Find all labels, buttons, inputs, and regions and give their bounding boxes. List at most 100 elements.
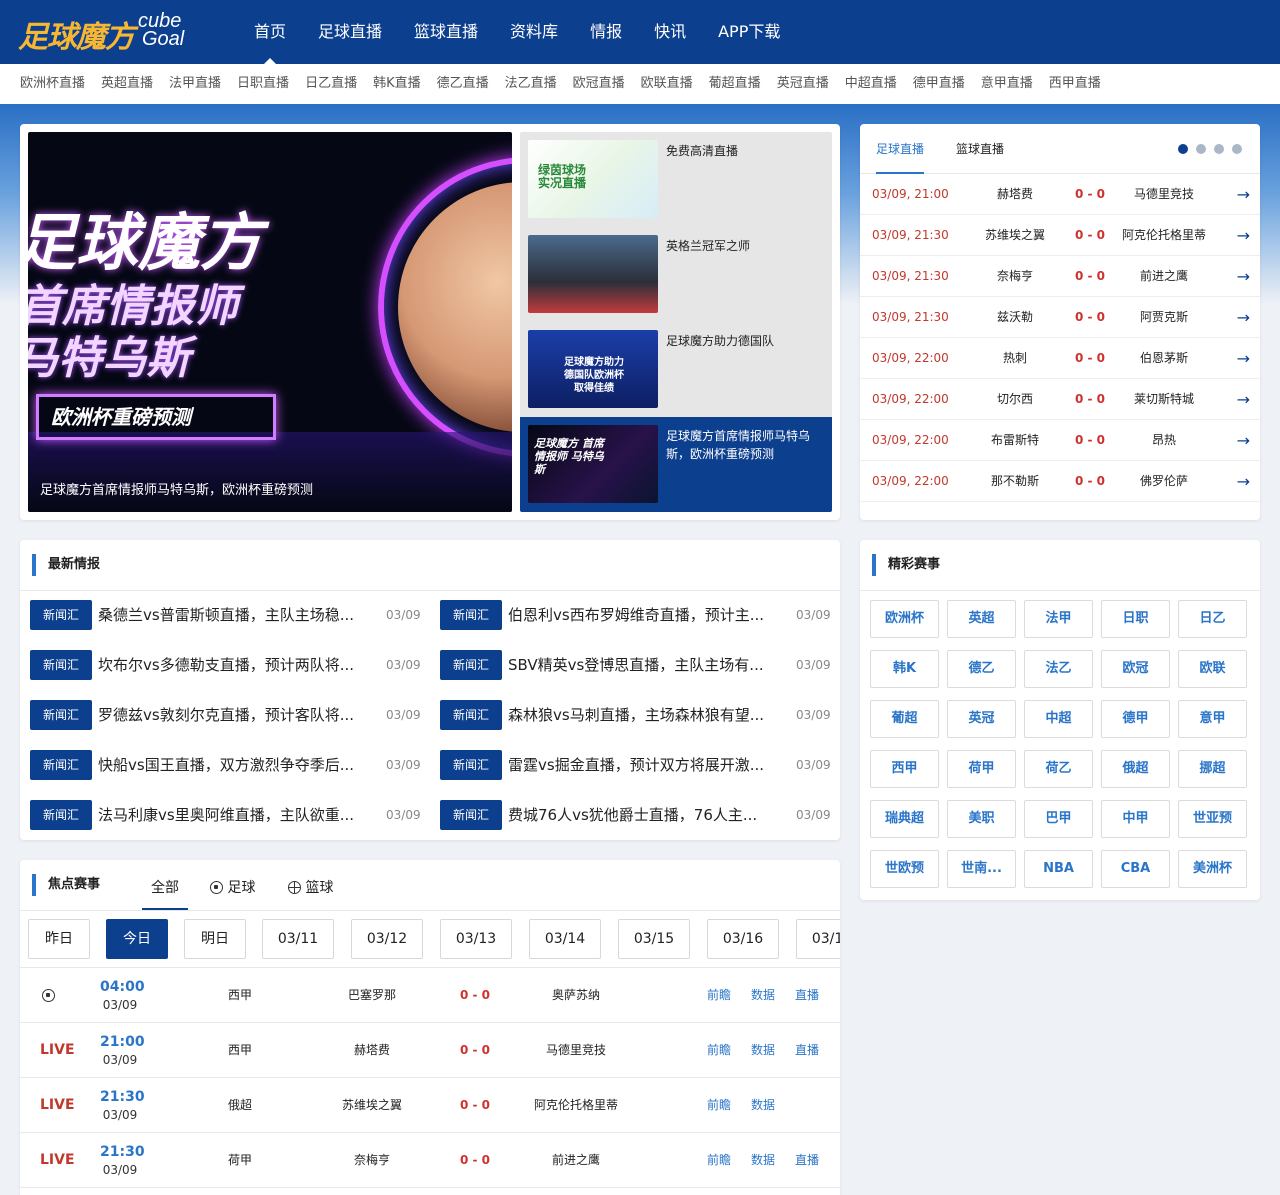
competition-button[interactable]: 美职 <box>947 800 1016 838</box>
live-link[interactable]: 直播 <box>795 968 819 1023</box>
arrow-right-icon[interactable]: → <box>1237 256 1250 297</box>
subnav-item[interactable]: 欧洲杯直播 <box>12 64 93 104</box>
date-button[interactable]: 03/11 <box>262 919 334 959</box>
competition-button[interactable]: 法乙 <box>1024 650 1093 688</box>
live-row[interactable]: 03/09, 21:30 兹沃勒 0 - 0 阿贾克斯 → <box>860 297 1260 338</box>
date-button[interactable]: 今日 <box>106 919 168 959</box>
date-button[interactable]: 03/15 <box>618 919 690 959</box>
live-row[interactable]: 03/09, 22:00 那不勒斯 0 - 0 佛罗伦萨 → <box>860 461 1260 502</box>
competition-button[interactable]: 法甲 <box>1024 600 1093 638</box>
preview-link[interactable]: 前瞻 <box>707 1023 731 1078</box>
news-title[interactable]: 坎布尔vs多德勒支直播，预计两队将... <box>98 650 378 680</box>
live-link[interactable]: 直播 <box>795 1023 819 1078</box>
competition-button[interactable]: 英冠 <box>947 700 1016 738</box>
subnav-item[interactable]: 德乙直播 <box>429 64 497 104</box>
date-button[interactable]: 昨日 <box>28 919 90 959</box>
subnav-item[interactable]: 日乙直播 <box>297 64 365 104</box>
competition-button[interactable]: 英超 <box>947 600 1016 638</box>
competition-button[interactable]: 俄超 <box>1101 750 1170 788</box>
competition-button[interactable]: 欧冠 <box>1101 650 1170 688</box>
competition-button[interactable]: 欧洲杯 <box>870 600 939 638</box>
date-button[interactable]: 03/14 <box>529 919 601 959</box>
date-button[interactable]: 03/16 <box>707 919 779 959</box>
competition-button[interactable]: 意甲 <box>1178 700 1247 738</box>
competition-button[interactable]: 中超 <box>1024 700 1093 738</box>
competition-button[interactable]: 世南... <box>947 850 1016 888</box>
match-row[interactable]: LIVE 21:00 03/09 西甲 赫塔费 0 - 0 马德里竞技 前瞻 数据 直播 <box>20 1023 840 1078</box>
news-item[interactable]: 新闻汇 费城76人vs犹他爵士直播，76人主... 03/09 <box>440 800 840 830</box>
news-item[interactable]: 新闻汇 伯恩利vs西布罗姆维奇直播，预计主... 03/09 <box>440 600 840 630</box>
news-item[interactable]: 新闻汇 罗德兹vs敦刻尔克直播，预计客队将... 03/09 <box>30 700 430 730</box>
arrow-right-icon[interactable]: → <box>1237 420 1250 461</box>
carousel-dot[interactable] <box>1196 144 1206 154</box>
carousel-dot[interactable] <box>1178 144 1188 154</box>
competition-button[interactable]: 德甲 <box>1101 700 1170 738</box>
subnav-item[interactable]: 韩K直播 <box>365 64 429 104</box>
competition-button[interactable]: 西甲 <box>870 750 939 788</box>
date-button[interactable]: 03/13 <box>440 919 512 959</box>
news-title[interactable]: 雷霆vs掘金直播，预计双方将展开激... <box>508 750 788 780</box>
hero-side-item[interactable]: 绿茵球场 实况直播 免费高清直播 <box>520 132 832 227</box>
news-item[interactable]: 新闻汇 法马利康vs里奥阿维直播，主队欲重... 03/09 <box>30 800 430 830</box>
carousel-dot[interactable] <box>1214 144 1224 154</box>
news-title[interactable]: SBV精英vs登博思直播，主队主场有... <box>508 650 788 680</box>
news-item[interactable]: 新闻汇 SBV精英vs登博思直播，主队主场有... 03/09 <box>440 650 840 680</box>
competition-button[interactable]: 荷乙 <box>1024 750 1093 788</box>
subnav-item[interactable]: 法甲直播 <box>161 64 229 104</box>
live-row[interactable]: 03/09, 21:30 奈梅亨 0 - 0 前进之鹰 → <box>860 256 1260 297</box>
competition-button[interactable]: 荷甲 <box>947 750 1016 788</box>
competition-button[interactable]: 欧联 <box>1178 650 1247 688</box>
arrow-right-icon[interactable]: → <box>1237 215 1250 256</box>
date-button[interactable]: 03/12 <box>351 919 423 959</box>
match-row[interactable]: 04:00 03/09 西甲 巴塞罗那 0 - 0 奥萨苏纳 前瞻 数据 直播 <box>20 968 840 1023</box>
stats-link[interactable]: 数据 <box>751 1133 775 1188</box>
live-link[interactable]: 直播 <box>795 1133 819 1188</box>
competition-button[interactable]: NBA <box>1024 850 1093 888</box>
competition-button[interactable]: CBA <box>1101 850 1170 888</box>
news-title[interactable]: 快船vs国王直播，双方激烈争夺季后... <box>98 750 378 780</box>
tab-football-live[interactable]: 足球直播 <box>876 124 925 174</box>
preview-link[interactable]: 前瞻 <box>707 1078 731 1133</box>
live-row[interactable]: 03/09, 21:30 苏维埃之翼 0 - 0 阿克伦托格里蒂 → <box>860 215 1260 256</box>
subnav-item[interactable]: 欧联直播 <box>633 64 701 104</box>
arrow-right-icon[interactable]: → <box>1237 379 1250 420</box>
match-row[interactable]: LIVE 21:30 03/09 荷甲 奈梅亨 0 - 0 前进之鹰 前瞻 数据 直播 <box>20 1133 840 1188</box>
competition-button[interactable]: 中甲 <box>1101 800 1170 838</box>
competition-button[interactable]: 韩K <box>870 650 939 688</box>
subnav-item[interactable]: 英超直播 <box>93 64 161 104</box>
competition-button[interactable]: 瑞典超 <box>870 800 939 838</box>
preview-link[interactable]: 前瞻 <box>707 968 731 1023</box>
stats-link[interactable]: 数据 <box>751 1023 775 1078</box>
news-item[interactable]: 新闻汇 森林狼vs马刺直播，主场森林狼有望... 03/09 <box>440 700 840 730</box>
preview-link[interactable]: 前瞻 <box>707 1133 731 1188</box>
nav-item[interactable]: 资料库 <box>494 0 574 64</box>
competition-button[interactable]: 世欧预 <box>870 850 939 888</box>
live-row[interactable]: 03/09, 22:00 热刺 0 - 0 伯恩茅斯 → <box>860 338 1260 379</box>
tab-basketball[interactable]: 篮球 <box>288 874 333 910</box>
date-button[interactable]: 明日 <box>184 919 246 959</box>
arrow-right-icon[interactable]: → <box>1237 297 1250 338</box>
subnav-item[interactable]: 德甲直播 <box>905 64 973 104</box>
competition-button[interactable]: 葡超 <box>870 700 939 738</box>
live-row[interactable]: 03/09, 22:00 布雷斯特 0 - 0 昂热 → <box>860 420 1260 461</box>
competition-button[interactable]: 日乙 <box>1178 600 1247 638</box>
subnav-item[interactable]: 中超直播 <box>837 64 905 104</box>
subnav-item[interactable]: 西甲直播 <box>1041 64 1109 104</box>
news-item[interactable]: 新闻汇 快船vs国王直播，双方激烈争夺季后... 03/09 <box>30 750 430 780</box>
nav-item[interactable]: 快讯 <box>638 0 702 64</box>
site-logo[interactable]: 足球魔方 cube Goal <box>18 10 208 55</box>
news-title[interactable]: 罗德兹vs敦刻尔克直播，预计客队将... <box>98 700 378 730</box>
subnav-item[interactable]: 意甲直播 <box>973 64 1041 104</box>
news-title[interactable]: 费城76人vs犹他爵士直播，76人主... <box>508 800 788 830</box>
tab-football[interactable]: 足球 <box>210 874 255 910</box>
subnav-item[interactable]: 葡超直播 <box>701 64 769 104</box>
live-row[interactable]: 03/09, 21:00 赫塔费 0 - 0 马德里竞技 → <box>860 174 1260 215</box>
news-item[interactable]: 新闻汇 桑德兰vs普雷斯顿直播，主队主场稳... 03/09 <box>30 600 430 630</box>
hero-side-item-active[interactable]: 足球魔方 首席情报师 马特乌斯 足球魔方首席情报师马特乌斯，欧洲杯重磅预测 <box>520 417 832 512</box>
subnav-item[interactable]: 英冠直播 <box>769 64 837 104</box>
competition-button[interactable]: 挪超 <box>1178 750 1247 788</box>
live-row[interactable]: 03/09, 22:00 切尔西 0 - 0 莱切斯特城 → <box>860 379 1260 420</box>
arrow-right-icon[interactable]: → <box>1237 461 1250 502</box>
tab-all[interactable]: 全部 <box>142 874 188 910</box>
competition-button[interactable]: 德乙 <box>947 650 1016 688</box>
